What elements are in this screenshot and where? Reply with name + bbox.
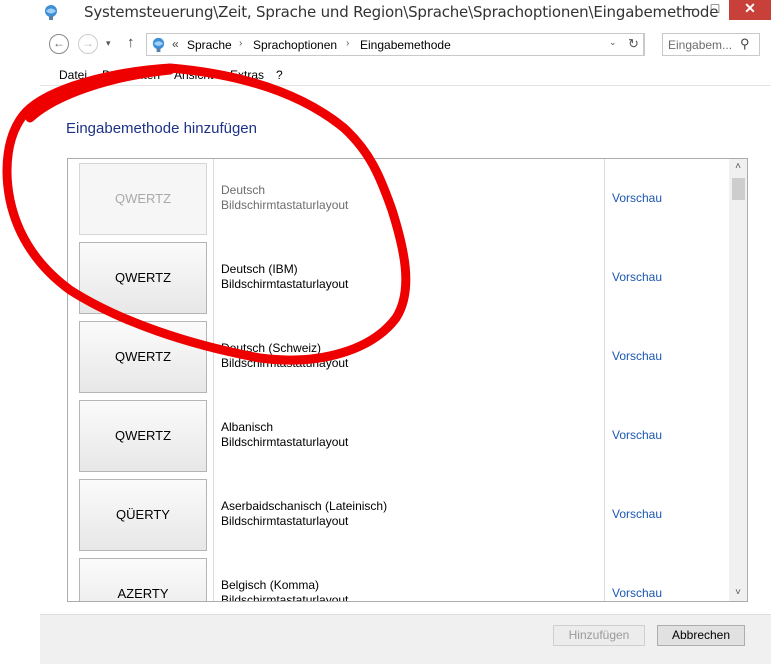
input-method-list[interactable]: QWERTZ Deutsch Bildschirmtastaturlayout … bbox=[67, 158, 748, 602]
scroll-down-icon[interactable]: ˅ bbox=[729, 585, 747, 601]
keyboard-layout-tile[interactable]: QWERTZ bbox=[79, 400, 207, 472]
address-dropdown-icon[interactable]: ⌄ bbox=[609, 37, 617, 48]
back-button[interactable]: ← bbox=[49, 34, 69, 54]
preview-link[interactable]: Vorschau bbox=[612, 428, 662, 442]
cancel-button[interactable]: Abbrechen bbox=[657, 625, 745, 646]
input-method-type: Bildschirmtastaturlayout bbox=[221, 277, 349, 291]
input-method-name: Albanisch bbox=[221, 420, 274, 434]
keyboard-layout-tile[interactable]: QWERTZ bbox=[79, 321, 207, 393]
menu-bearbeiten[interactable]: Bearbeiten bbox=[102, 68, 160, 82]
breadcrumb-eingabemethode[interactable]: Eingabemethode bbox=[360, 38, 451, 52]
preview-link[interactable]: Vorschau bbox=[612, 586, 662, 600]
menu-ansicht[interactable]: Ansicht bbox=[174, 68, 213, 82]
navigation-bar: ← → ▾ ↑ « Sprache › Sprachoptionen › Ein… bbox=[40, 30, 771, 60]
menu-help[interactable]: ? bbox=[276, 68, 283, 82]
keyboard-layout-tile[interactable]: AZERTY bbox=[79, 558, 207, 601]
minimize-button[interactable]: – bbox=[678, 0, 700, 20]
scrollbar-thumb[interactable] bbox=[732, 178, 745, 200]
address-overflow-icon[interactable]: « bbox=[172, 37, 179, 51]
dialog-footer: Hinzufügen Abbrechen bbox=[40, 614, 771, 664]
title-bar: Systemsteuerung\Zeit, Sprache und Region… bbox=[0, 0, 771, 26]
breadcrumb-separator-icon[interactable]: › bbox=[346, 38, 349, 49]
search-input[interactable]: Eingabem... ⚲ bbox=[662, 33, 760, 56]
address-bar[interactable]: « Sprache › Sprachoptionen › Eingabemeth… bbox=[146, 33, 644, 56]
list-item[interactable]: QWERTZ Deutsch (IBM) Bildschirmtastaturl… bbox=[68, 238, 732, 317]
recent-locations-dropdown-icon[interactable]: ▾ bbox=[106, 38, 111, 49]
refresh-button[interactable]: ↻ bbox=[623, 33, 645, 56]
maximize-button[interactable]: □ bbox=[704, 0, 726, 20]
preview-link[interactable]: Vorschau bbox=[612, 349, 662, 363]
input-method-type: Bildschirmtastaturlayout bbox=[221, 435, 349, 449]
preview-link[interactable]: Vorschau bbox=[612, 507, 662, 521]
forward-button[interactable]: → bbox=[78, 34, 98, 54]
keyboard-layout-tile[interactable]: QÜERTY bbox=[79, 479, 207, 551]
list-item[interactable]: QWERTZ Deutsch Bildschirmtastaturlayout … bbox=[68, 159, 732, 238]
preview-link[interactable]: Vorschau bbox=[612, 270, 662, 284]
list-item[interactable]: QWERTZ Deutsch (Schweiz) Bildschirmtasta… bbox=[68, 317, 732, 396]
input-method-name: Belgisch (Komma) bbox=[221, 578, 320, 592]
search-icon[interactable]: ⚲ bbox=[740, 36, 750, 52]
control-panel-icon bbox=[152, 37, 165, 53]
input-method-name: Deutsch bbox=[221, 183, 266, 197]
main-content: Eingabemethode hinzufügen QWERTZ Deutsch… bbox=[40, 87, 771, 614]
close-button[interactable]: ✕ bbox=[729, 0, 771, 20]
keyboard-layout-tile[interactable]: QWERTZ bbox=[79, 163, 207, 235]
add-button[interactable]: Hinzufügen bbox=[553, 625, 645, 646]
input-method-type: Bildschirmtastaturlayout bbox=[221, 593, 349, 602]
menu-extras[interactable]: Extras bbox=[230, 68, 264, 82]
list-item[interactable]: AZERTY Belgisch (Komma) Bildschirmtastat… bbox=[68, 554, 732, 602]
window-title: Systemsteuerung\Zeit, Sprache und Region… bbox=[84, 3, 719, 21]
vertical-scrollbar[interactable]: ˄ ˅ bbox=[729, 159, 747, 601]
keyboard-layout-tile[interactable]: QWERTZ bbox=[79, 242, 207, 314]
breadcrumb-sprache[interactable]: Sprache bbox=[187, 38, 232, 52]
page-title: Eingabemethode hinzufügen bbox=[66, 120, 257, 137]
scroll-up-icon[interactable]: ˄ bbox=[729, 159, 747, 175]
input-method-name: Aserbaidschanisch (Lateinisch) bbox=[221, 499, 388, 513]
breadcrumb-sprachoptionen[interactable]: Sprachoptionen bbox=[253, 38, 337, 52]
input-method-type: Bildschirmtastaturlayout bbox=[221, 198, 349, 212]
up-button[interactable]: ↑ bbox=[127, 34, 135, 51]
menu-datei[interactable]: Datei bbox=[59, 68, 87, 82]
input-method-name: Deutsch (IBM) bbox=[221, 262, 298, 276]
search-placeholder: Eingabem... bbox=[668, 38, 733, 52]
preview-link[interactable]: Vorschau bbox=[612, 191, 662, 205]
menu-bar: Datei Bearbeiten Ansicht Extras ? bbox=[40, 64, 771, 86]
control-panel-icon bbox=[45, 5, 57, 20]
list-item[interactable]: QÜERTY Aserbaidschanisch (Lateinisch) Bi… bbox=[68, 475, 732, 554]
input-method-type: Bildschirmtastaturlayout bbox=[221, 356, 349, 370]
breadcrumb-separator-icon[interactable]: › bbox=[239, 38, 242, 49]
list-item[interactable]: QWERTZ Albanisch Bildschirmtastaturlayou… bbox=[68, 396, 732, 475]
input-method-type: Bildschirmtastaturlayout bbox=[221, 514, 349, 528]
input-method-name: Deutsch (Schweiz) bbox=[221, 341, 322, 355]
